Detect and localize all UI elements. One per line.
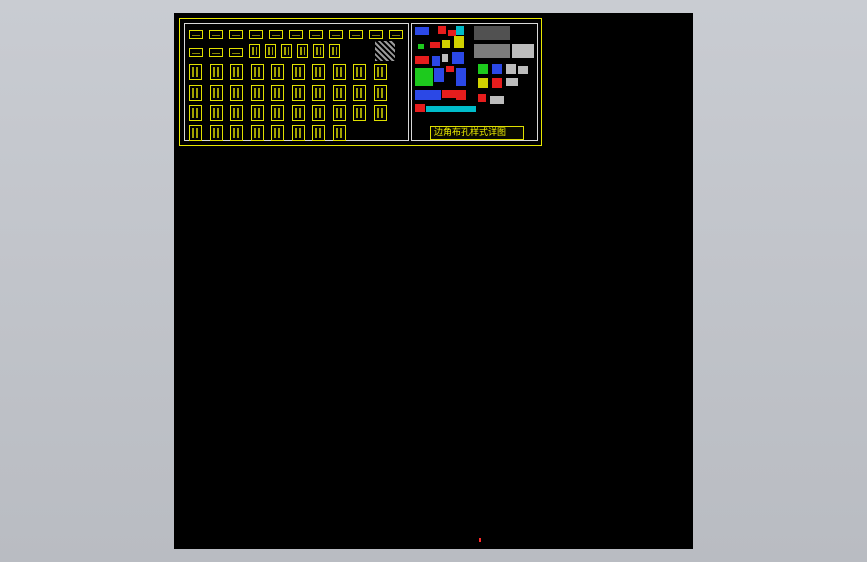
- detail-color-block: [415, 68, 433, 86]
- detail-color-block: [446, 66, 454, 72]
- detail-color-block: [454, 36, 464, 48]
- detail-thumbnail: [312, 125, 325, 141]
- color-detail-panel: 边角布孔样式详图: [411, 23, 538, 141]
- detail-thumbnail: [291, 105, 305, 121]
- detail-thumbnail: [271, 64, 284, 80]
- detail-thumbnail: [230, 105, 243, 121]
- detail-color-block: [438, 26, 446, 34]
- detail-thumbnail: [269, 30, 283, 39]
- cad-model-space-viewport[interactable]: 边角布孔样式详图: [174, 13, 693, 549]
- detail-thumbnail: [230, 125, 243, 141]
- detail-thumbnail: [189, 30, 203, 39]
- detail-thumbnail: [209, 125, 223, 141]
- detail-thumbnail: [373, 64, 387, 80]
- detail-thumbnail: [209, 85, 223, 101]
- detail-thumbnail: [271, 125, 284, 141]
- detail-thumbnail: [189, 64, 202, 80]
- detail-thumbnail: [332, 125, 346, 141]
- detail-thumbnail: [265, 44, 276, 58]
- detail-color-block: [478, 94, 486, 102]
- detail-thumbnail: [373, 85, 387, 101]
- detail-thumbnail: [250, 64, 264, 80]
- detail-color-block: [512, 44, 534, 58]
- detail-thumbnail: [189, 85, 202, 101]
- detail-thumbnail: [289, 30, 303, 39]
- detail-thumbnail: [312, 105, 325, 121]
- detail-color-block: [426, 106, 476, 112]
- detail-color-block: [478, 64, 488, 74]
- detail-thumbnail: [189, 125, 202, 141]
- detail-color-block: [474, 44, 510, 58]
- detail-color-block: [456, 68, 466, 86]
- detail-color-block: [415, 90, 441, 100]
- drawing-sheet-frame[interactable]: 边角布孔样式详图: [179, 18, 542, 146]
- detail-color-block: [456, 90, 466, 100]
- detail-color-block: [415, 27, 429, 35]
- detail-thumbnail: [349, 30, 363, 39]
- detail-color-block: [430, 42, 440, 48]
- detail-thumbnails-panel: [184, 23, 409, 141]
- detail-thumbnail: [291, 64, 305, 80]
- detail-thumbnail: [332, 85, 346, 101]
- detail-thumbnail: [373, 105, 387, 121]
- detail-thumbnail: [353, 105, 366, 121]
- detail-thumbnail: [209, 64, 223, 80]
- detail-color-block: [456, 26, 464, 35]
- detail-thumbnail: [229, 30, 243, 39]
- detail-color-block: [506, 78, 518, 86]
- detail-thumbnail: [230, 64, 243, 80]
- detail-thumbnail: [353, 85, 366, 101]
- detail-color-block: [415, 104, 425, 112]
- detail-color-block: [478, 78, 488, 88]
- detail-thumbnail: [291, 85, 305, 101]
- detail-color-block: [442, 40, 450, 48]
- detail-thumbnail: [353, 64, 366, 80]
- detail-thumbnail: [209, 30, 223, 39]
- detail-color-block: [492, 78, 502, 88]
- detail-thumbnail: [209, 48, 223, 57]
- detail-thumbnail: [250, 125, 264, 141]
- detail-thumbnail: [189, 105, 202, 121]
- detail-thumbnail: [309, 30, 323, 39]
- detail-thumbnail: [313, 44, 324, 58]
- detail-thumbnail: [297, 44, 308, 58]
- detail-thumbnail: [389, 30, 403, 39]
- detail-thumbnail: [329, 30, 343, 39]
- detail-thumbnail: [312, 64, 325, 80]
- detail-color-block: [490, 96, 504, 104]
- detail-thumbnail: [332, 64, 346, 80]
- detail-thumbnail: [271, 85, 284, 101]
- detail-thumbnail: [250, 105, 264, 121]
- detail-color-block: [442, 90, 456, 98]
- detail-color-block: [506, 64, 516, 74]
- detail-thumbnail: [369, 30, 383, 39]
- detail-thumbnail: [249, 30, 263, 39]
- ucs-origin-marker: [479, 538, 481, 542]
- sheet-title-label[interactable]: 边角布孔样式详图: [430, 126, 524, 140]
- detail-thumbnail: [332, 105, 346, 121]
- detail-thumbnail: [281, 44, 292, 58]
- detail-color-block: [452, 52, 464, 64]
- detail-thumbnail: [189, 48, 203, 57]
- detail-color-block: [415, 56, 429, 64]
- detail-thumbnail: [230, 85, 243, 101]
- detail-thumbnail: [291, 125, 305, 141]
- detail-thumbnail: [329, 44, 340, 58]
- detail-color-block: [434, 68, 444, 82]
- detail-thumbnail: [250, 85, 264, 101]
- detail-thumbnail: [312, 85, 325, 101]
- detail-thumbnail: [249, 44, 260, 58]
- detail-color-block: [518, 66, 528, 74]
- detail-thumbnail: [271, 105, 284, 121]
- detail-color-block: [432, 56, 440, 66]
- detail-thumbnail: [229, 48, 243, 57]
- detail-color-block: [442, 54, 448, 62]
- detail-color-block: [492, 64, 502, 74]
- grey-detail-cluster: [375, 41, 395, 61]
- detail-color-block: [418, 44, 424, 49]
- detail-thumbnail: [209, 105, 223, 121]
- detail-color-block: [474, 26, 510, 40]
